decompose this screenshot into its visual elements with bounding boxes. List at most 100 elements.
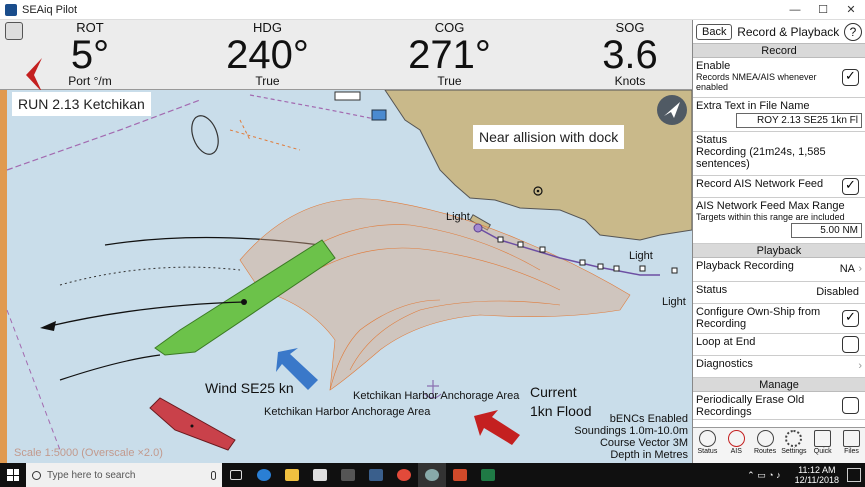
app-window: SEAiq Pilot — ☐ ✕ ROT 5° Port °/m HDG 24…: [0, 0, 865, 487]
powerpoint-icon: [453, 469, 467, 481]
calculator-icon: [341, 469, 355, 481]
record-ais-row[interactable]: Record AIS Network Feed: [693, 176, 865, 198]
gear-icon: [785, 430, 803, 447]
playback-status-row: Status Disabled: [693, 282, 865, 304]
current-arrow-icon: [474, 410, 520, 445]
toolbar-quick[interactable]: Quick: [808, 428, 837, 463]
task-view-button[interactable]: [222, 463, 250, 487]
gauge-hdg: HDG 240° True: [205, 20, 330, 90]
clock-time: 11:12 AM: [798, 465, 836, 475]
search-icon: [32, 470, 41, 480]
toolbar-label: Quick: [813, 448, 832, 455]
enable-row[interactable]: Enable Records NMEA/AIS whenever enabled: [693, 58, 865, 98]
taskbar-app-chrome[interactable]: [390, 463, 418, 487]
gauge-value: 271°: [408, 33, 491, 77]
depth-contour: [59, 266, 241, 286]
section-playback: Playback: [693, 244, 865, 258]
run-label: RUN 2.13 Ketchikan: [12, 92, 151, 116]
start-button[interactable]: [0, 463, 26, 487]
help-button[interactable]: ?: [844, 22, 862, 41]
taskbar-app-explorer[interactable]: [278, 463, 306, 487]
ais-icon: [727, 430, 745, 447]
configure-checkbox[interactable]: [842, 309, 859, 327]
light-label: Light: [629, 250, 653, 262]
taskbar-app-store[interactable]: [306, 463, 334, 487]
maximize-button[interactable]: ☐: [809, 0, 837, 20]
erase-row[interactable]: Periodically Erase Old Recordings: [693, 392, 865, 420]
taskbar-app-calculator[interactable]: [334, 463, 362, 487]
toolbar-settings[interactable]: Settings: [779, 428, 808, 463]
toolbar-ais[interactable]: AIS: [722, 428, 751, 463]
ais-range-label: AIS Network Feed Max Range: [696, 200, 845, 212]
title-bar: SEAiq Pilot — ☐ ✕: [0, 0, 865, 20]
section-record: Record: [693, 44, 865, 58]
enable-checkbox[interactable]: [842, 68, 859, 86]
taskbar-app-seaiq-active[interactable]: [418, 463, 446, 487]
depth-contour: [59, 354, 161, 381]
seaiq-icon: [369, 469, 383, 481]
light-label: Light: [662, 296, 686, 308]
info-line: Course Vector 3M: [599, 437, 688, 449]
microphone-icon[interactable]: [211, 470, 216, 480]
tray-icons[interactable]: ⌃ ▭ ◔ ♪: [747, 470, 780, 481]
toolbar-files[interactable]: Files: [837, 428, 865, 463]
playback-recording-row[interactable]: Playback Recording NA ›: [693, 258, 865, 282]
chrome-icon: [397, 469, 411, 481]
ais-range-input[interactable]: 5.00 NM: [791, 223, 862, 238]
panel-header: Back Record & Playback ?: [693, 20, 865, 44]
gauge-value: 240°: [226, 33, 309, 77]
record-ais-checkbox[interactable]: [842, 177, 859, 195]
minimize-button[interactable]: —: [781, 0, 809, 20]
record-ais-label: Record AIS Network Feed: [696, 178, 824, 190]
close-button[interactable]: ✕: [837, 0, 865, 20]
extra-text-input[interactable]: ROY 2.13 SE25 1kn Fl: [736, 113, 862, 128]
current-label-1: Current: [530, 384, 577, 400]
excel-icon: [481, 469, 495, 481]
wind-label: Wind SE25 kn: [205, 380, 294, 396]
diagnostics-row[interactable]: Diagnostics ›: [693, 356, 865, 378]
anchorage-label: Ketchikan Harbor Anchorage Area: [264, 406, 431, 418]
menu-icon[interactable]: [5, 22, 23, 40]
clock[interactable]: 11:12 AM 12/11/2018: [795, 465, 839, 485]
erase-checkbox[interactable]: [842, 396, 859, 414]
taskbar-app-excel[interactable]: [474, 463, 502, 487]
loop-checkbox[interactable]: [842, 335, 859, 353]
task-view-icon: [230, 470, 242, 480]
loop-row[interactable]: Loop at End: [693, 334, 865, 356]
toolbar-label: AIS: [730, 448, 742, 455]
enable-label: Enable: [696, 60, 731, 72]
loop-label: Loop at End: [696, 336, 756, 348]
back-button[interactable]: Back: [696, 23, 733, 40]
ais-target-vessel: [149, 397, 236, 451]
system-tray: ⌃ ▭ ◔ ♪ 11:12 AM 12/11/2018: [747, 465, 865, 485]
quick-icon: [814, 430, 832, 447]
ais-range-row: AIS Network Feed Max Range Targets withi…: [693, 198, 865, 244]
gauge-value: 5°: [70, 33, 110, 77]
taskbar-app-edge[interactable]: [250, 463, 278, 487]
gauge-unit: True: [255, 74, 280, 88]
chevron-right-icon: ›: [858, 262, 862, 275]
chevron-right-icon: ›: [858, 359, 862, 372]
chart-map[interactable]: RUN 2.13 Ketchikan Near allision with do…: [0, 90, 692, 463]
anchorage-label: Ketchikan Harbor Anchorage Area: [353, 390, 520, 402]
toolbar-label: Status: [697, 448, 718, 455]
panel-title: Record & Playback: [737, 24, 840, 39]
toolbar-routes[interactable]: Routes: [751, 428, 780, 463]
taskbar-app-seaiq[interactable]: [362, 463, 390, 487]
toolbar-status[interactable]: Status: [693, 428, 722, 463]
notifications-icon[interactable]: [847, 468, 861, 482]
status-icon: [698, 430, 716, 447]
event-callout: Near allision with dock: [473, 125, 625, 149]
toolbar-label: Routes: [753, 448, 777, 455]
toolbar-label: Files: [844, 448, 859, 455]
boundary-strip: [0, 90, 7, 463]
taskbar-search[interactable]: Type here to search: [26, 463, 222, 487]
configure-row[interactable]: Configure Own-Ship from Recording: [693, 304, 865, 334]
playback-recording-value: NA: [839, 262, 855, 275]
taskbar-app-powerpoint[interactable]: [446, 463, 474, 487]
scale-label: Scale 1:5000 (Overscale ×2.0): [14, 447, 163, 459]
boundary-line: [6, 309, 61, 451]
clock-date: 12/11/2018: [794, 475, 839, 485]
store-icon: [313, 469, 327, 481]
swept-path: [239, 198, 631, 391]
